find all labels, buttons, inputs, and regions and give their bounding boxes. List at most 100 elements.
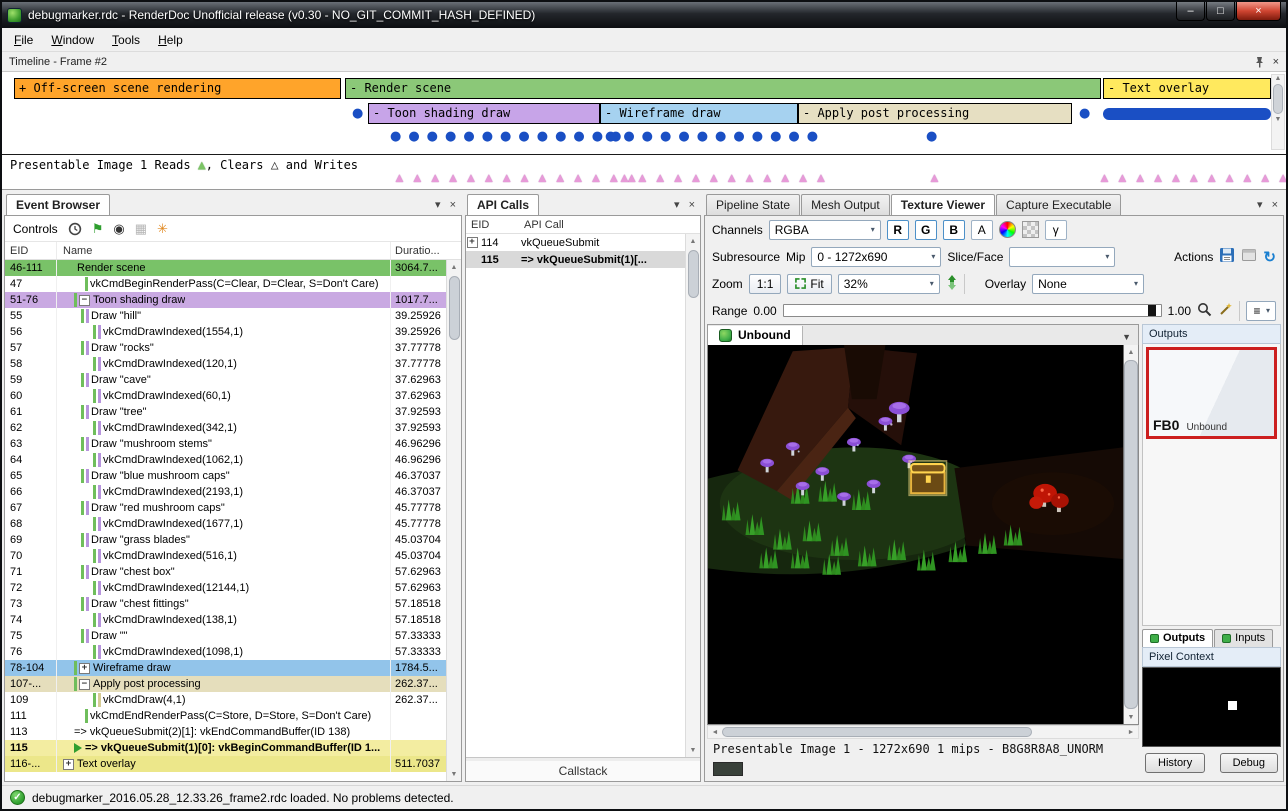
timeline-scrollbar[interactable]: ▲▼ <box>1271 74 1285 150</box>
column-api-call[interactable]: API Call <box>522 219 700 231</box>
tab-mesh-output[interactable]: Mesh Output <box>801 194 890 215</box>
refresh-icon[interactable]: ↻ <box>1263 248 1276 266</box>
zoom-percent-input[interactable]: 32%▾ <box>838 274 940 294</box>
scroll-down-icon[interactable]: ▼ <box>686 743 700 757</box>
event-row[interactable]: 71 Draw "chest box" 57.62963 <box>5 564 446 580</box>
tab-api-calls[interactable]: API Calls <box>467 194 539 215</box>
menu-window[interactable]: Window <box>42 29 103 51</box>
export-icon[interactable]: ▦ <box>135 222 147 235</box>
event-row[interactable]: 70 vkCmdDrawIndexed(516,1) 45.03704 <box>5 548 446 564</box>
event-row[interactable]: 67 Draw "red mushroom caps" 45.77778 <box>5 500 446 516</box>
scroll-thumb[interactable] <box>688 250 699 298</box>
timeline-wireframe-draw-dots[interactable]: ●●●●●●●●●●●● <box>605 129 825 144</box>
column-eid[interactable]: EID <box>466 219 522 231</box>
maximize-button[interactable]: □ <box>1206 2 1235 21</box>
scroll-down-icon[interactable]: ▼ <box>447 767 461 781</box>
api-call-row[interactable]: 115 => vkQueueSubmit(1)[... <box>466 251 685 268</box>
pixel-context-view[interactable] <box>1142 667 1281 747</box>
event-row[interactable]: 60 vkCmdDrawIndexed(60,1) 37.62963 <box>5 388 446 404</box>
column-duration[interactable]: Duratio... <box>390 242 461 259</box>
timeline-marker-postprocess[interactable]: - Apply post processing <box>798 103 1072 124</box>
write-markers-toon[interactable]: ▲▲▲▲▲▲▲▲▲▲▲▲▲▲ <box>393 170 643 185</box>
close-button[interactable]: × <box>1236 2 1281 21</box>
fb0-thumbnail[interactable]: FB0 Unbound <box>1146 347 1277 439</box>
event-row[interactable]: 69 Draw "grass blades" 45.03704 <box>5 532 446 548</box>
event-row[interactable]: 62 vkCmdDrawIndexed(342,1) 37.92593 <box>5 420 446 436</box>
save-texture-icon[interactable] <box>1219 247 1235 266</box>
write-markers-overlay[interactable]: ▲▲▲▲▲▲▲▲▲▲▲▲▲ <box>1098 170 1286 185</box>
timeline-close-icon[interactable]: × <box>1273 56 1279 68</box>
open-new-window-icon[interactable] <box>1241 247 1257 266</box>
scroll-thumb[interactable] <box>1273 84 1283 114</box>
texture-horizontal-scrollbar[interactable]: ◄ ► <box>707 725 1139 739</box>
event-row[interactable]: 76 vkCmdDrawIndexed(1098,1) 57.33333 <box>5 644 446 660</box>
expander-icon[interactable]: + <box>63 759 74 770</box>
scroll-thumb[interactable] <box>449 276 460 340</box>
tab-outputs[interactable]: Outputs <box>1142 629 1213 647</box>
event-row[interactable]: 68 vkCmdDrawIndexed(1677,1) 45.77778 <box>5 516 446 532</box>
event-row[interactable]: 107-... −Apply post processing 262.37... <box>5 676 446 692</box>
menu-tools[interactable]: Tools <box>103 29 149 51</box>
scroll-thumb[interactable] <box>722 727 1032 737</box>
menu-help[interactable]: Help <box>149 29 192 51</box>
channel-green-button[interactable]: G <box>915 220 937 240</box>
event-row[interactable]: 72 vkCmdDrawIndexed(12144,1) 57.62963 <box>5 580 446 596</box>
tab-texture-viewer[interactable]: Texture Viewer <box>891 194 995 215</box>
write-markers-wireframe[interactable]: ▲▲▲▲▲▲▲▲▲▲▲▲ <box>618 170 832 185</box>
checkerboard-background-icon[interactable] <box>1022 221 1039 238</box>
bookmark-icon[interactable]: ⚑ <box>92 222 104 235</box>
timeline-marker-toon[interactable]: - Toon shading draw <box>368 103 600 124</box>
find-event-icon[interactable]: ◉ <box>113 222 124 235</box>
dock-menu-icon[interactable]: ▾ <box>1257 198 1263 211</box>
event-row[interactable]: 59 Draw "cave" 37.62963 <box>5 372 446 388</box>
texture-vertical-scrollbar[interactable]: ▲ ▼ <box>1123 345 1138 724</box>
autofit-wand-icon[interactable] <box>1218 302 1233 320</box>
mip-select[interactable]: 0 - 1272x690▾ <box>811 247 941 267</box>
column-eid[interactable]: EID <box>5 242 57 259</box>
timeline-marker-wireframe[interactable]: - Wireframe draw <box>600 103 798 124</box>
event-row[interactable]: 47 vkCmdBeginRenderPass(C=Clear, D=Clear… <box>5 276 446 292</box>
event-row[interactable]: 116-... +Text overlay 511.7037 <box>5 756 446 772</box>
event-row[interactable]: 56 vkCmdDrawIndexed(1554,1) 39.25926 <box>5 324 446 340</box>
options-icon[interactable]: ✳ <box>157 222 168 235</box>
tab-capture-executable[interactable]: Capture Executable <box>996 194 1121 215</box>
overlay-select[interactable]: None▾ <box>1032 274 1144 294</box>
event-row[interactable]: 51-76 −Toon shading draw 1017.7... <box>5 292 446 308</box>
zoom-range-icon[interactable] <box>1197 302 1212 320</box>
event-row[interactable]: 55 Draw "hill" 39.25926 <box>5 308 446 324</box>
event-row[interactable]: 46-111 Render scene 3064.7... <box>5 260 446 276</box>
dock-menu-icon[interactable]: ▾ <box>435 198 441 211</box>
event-row[interactable]: 73 Draw "chest fittings" 57.18518 <box>5 596 446 612</box>
gamma-button[interactable]: γ <box>1045 220 1067 240</box>
texture-image[interactable] <box>708 345 1123 724</box>
event-browser-scrollbar[interactable]: ▲ ▼ <box>446 260 461 781</box>
write-marker-post[interactable]: ▲ <box>928 170 946 185</box>
event-row[interactable]: 75 Draw "" 57.33333 <box>5 628 446 644</box>
scroll-right-icon[interactable]: ► <box>1124 729 1138 736</box>
scroll-left-icon[interactable]: ◄ <box>708 729 722 736</box>
tab-inputs[interactable]: Inputs <box>1214 629 1273 647</box>
api-call-row[interactable]: + 114 vkQueueSubmit <box>466 234 685 251</box>
tab-event-browser[interactable]: Event Browser <box>6 194 110 215</box>
timeline-overlay-draws-pill[interactable] <box>1103 108 1271 120</box>
range-max-value[interactable]: 1.00 <box>1168 304 1191 318</box>
slice-face-select[interactable]: ▾ <box>1009 247 1115 267</box>
scroll-thumb[interactable] <box>1124 360 1138 709</box>
texture-tab-unbound[interactable]: Unbound <box>708 326 803 345</box>
flip-y-icon[interactable] <box>946 275 958 293</box>
channel-red-button[interactable]: R <box>887 220 909 240</box>
event-row[interactable]: 113 => vkQueueSubmit(2)[1]: vkEndCommand… <box>5 724 446 740</box>
tab-pipeline-state[interactable]: Pipeline State <box>706 194 800 215</box>
channels-select[interactable]: RGBA▾ <box>769 220 881 240</box>
dock-menu-icon[interactable]: ▾ <box>674 198 680 211</box>
zoom-1to1-button[interactable]: 1:1 <box>749 274 782 294</box>
event-row[interactable]: 78-104 +Wireframe draw 1784.5... <box>5 660 446 676</box>
range-slider-handle[interactable] <box>1148 305 1156 316</box>
column-name[interactable]: Name <box>57 245 390 257</box>
channel-blue-button[interactable]: B <box>943 220 965 240</box>
debug-button[interactable]: Debug <box>1220 753 1278 773</box>
event-row[interactable]: 65 Draw "blue mushroom caps" 46.37037 <box>5 468 446 484</box>
scroll-up-icon[interactable]: ▲ <box>1124 345 1138 359</box>
expander-icon[interactable]: − <box>79 295 90 306</box>
range-min-value[interactable]: 0.00 <box>753 304 776 318</box>
